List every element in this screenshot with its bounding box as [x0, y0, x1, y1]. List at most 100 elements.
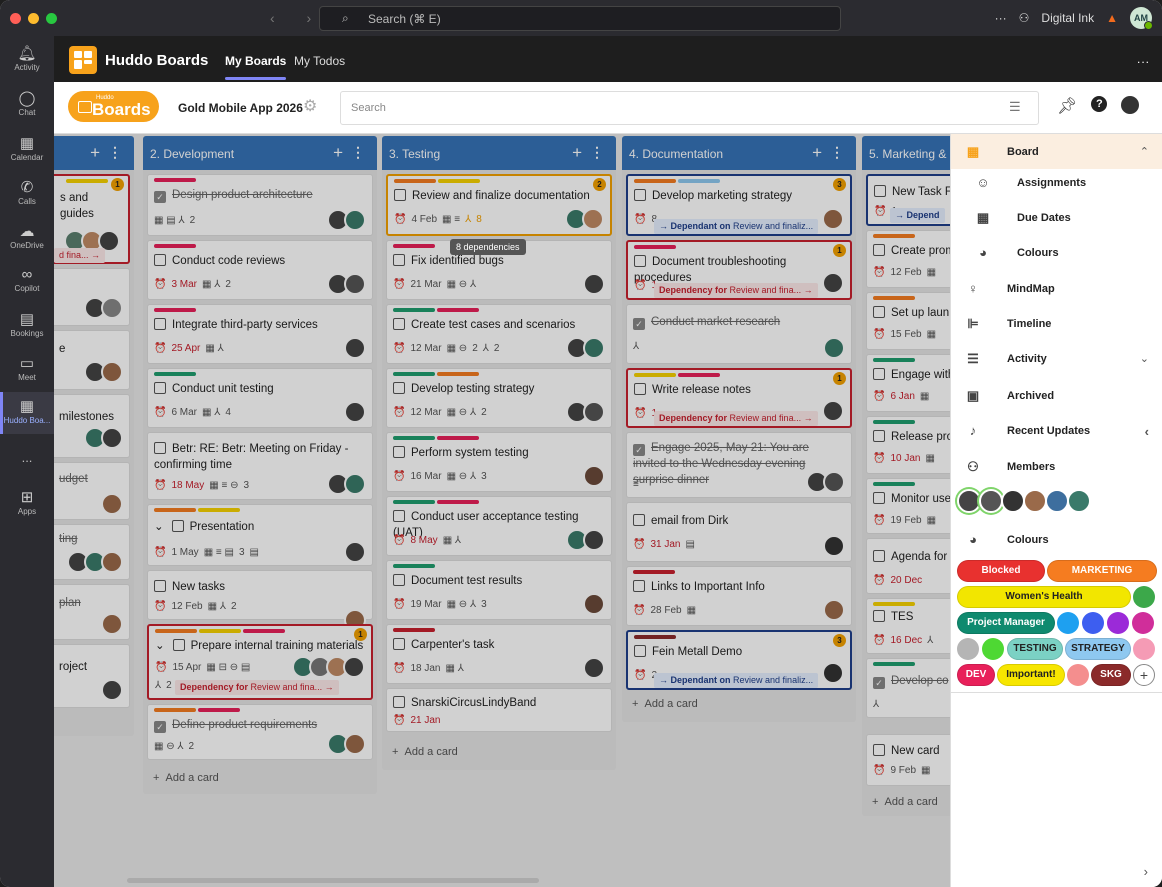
add-card-button[interactable]: + Add a card	[872, 796, 938, 808]
checkbox[interactable]	[393, 574, 405, 586]
org-name[interactable]: Digital Ink	[1041, 11, 1094, 25]
card[interactable]: Develop testing strategy ⏰ 12 Mar ▦ ⊖ ⅄ 2	[386, 368, 612, 428]
card[interactable]	[54, 268, 130, 326]
card[interactable]: ⌄ Presentation ⏰ 1 May ▦ ≡ ▤ 3 ▤	[147, 504, 373, 566]
dependency-count[interactable]: 8	[476, 214, 482, 225]
horizontal-scrollbar[interactable]	[127, 878, 539, 883]
member-avatar[interactable]	[1045, 489, 1069, 513]
colour-dot[interactable]	[957, 638, 979, 660]
card[interactable]: 1 ⌄ Prepare internal training materials ⏰…	[147, 624, 373, 700]
checkbox[interactable]	[393, 382, 405, 394]
dependency-label[interactable]: → Depend	[890, 208, 945, 223]
people-icon[interactable]: ⚇	[1019, 11, 1030, 25]
app-more-button[interactable]: ...	[1137, 52, 1150, 66]
pill-skg[interactable]: SKG	[1091, 664, 1131, 686]
panel-mindmap[interactable]: ♀ MindMap	[951, 271, 1162, 306]
dependency-label[interactable]: → Dependant on Review and finaliz...	[654, 219, 819, 234]
board-name[interactable]: Gold Mobile App 2026	[178, 101, 303, 115]
panel-activity[interactable]: ☰ Activity ⌄	[951, 341, 1162, 376]
card[interactable]: 3 Fein Metall Demo ⏰2 → Dependant on Rev…	[626, 630, 852, 690]
card[interactable]: SnarskiCircusLindyBand ⏰ 21 Jan	[386, 688, 612, 732]
card[interactable]: 1 s and guides d fina... →	[54, 174, 130, 264]
pill-womens-health[interactable]: Women's Health	[957, 586, 1131, 608]
card[interactable]: Create test cases and scenarios ⏰ 12 Mar ▦…	[386, 304, 612, 364]
zoom-window-button[interactable]	[46, 13, 57, 24]
card[interactable]: ✓ Conduct market research ⅄	[626, 304, 852, 364]
profile-avatar[interactable]	[1121, 96, 1140, 114]
gear-icon[interactable]: ⚙	[303, 96, 317, 116]
checkbox[interactable]	[154, 254, 166, 266]
card[interactable]: Betr: RE: Betr: Meeting on Friday - conf…	[147, 432, 373, 500]
checkbox[interactable]	[874, 185, 886, 197]
checkbox[interactable]	[154, 382, 166, 394]
panel-board[interactable]: ▦ Board ⌃	[951, 134, 1162, 169]
panel-members[interactable]: ⚇ Members	[951, 449, 1162, 484]
colour-dot[interactable]	[1067, 664, 1089, 686]
panel-archived[interactable]: ▣ Archived	[951, 378, 1162, 413]
checkbox[interactable]	[633, 514, 645, 526]
card[interactable]: Integrate third-party services ⏰ 25 Apr ▦ …	[147, 304, 373, 364]
card[interactable]: ✓ Define product requirements ▦ ⊖ ⅄ 2	[147, 704, 373, 760]
checkbox[interactable]	[394, 189, 406, 201]
rail-more[interactable]: ...	[0, 450, 54, 465]
card[interactable]: 1 Write release notes ⏰1 Dependency for …	[626, 368, 852, 428]
pill-dev[interactable]: DEV	[957, 664, 995, 686]
card[interactable]: 1 Document troubleshooting procedures ⏰1…	[626, 240, 852, 300]
pill-testing[interactable]: TESTING	[1007, 638, 1063, 660]
add-card-button[interactable]: + Add a card	[392, 746, 458, 758]
colour-dot[interactable]	[1132, 612, 1154, 634]
teams-search-bar[interactable]: ⌕ Search (⌘ E)	[319, 6, 841, 31]
card[interactable]: email from Dirk ⏰ 31 Jan ▤	[626, 502, 852, 562]
checkbox[interactable]	[393, 254, 405, 266]
kebab-icon[interactable]: ⋮	[830, 144, 844, 161]
dependency-label[interactable]: → Dependant on Review and finaliz...	[654, 673, 819, 688]
panel-due-dates[interactable]: ▦ Due Dates	[951, 200, 1162, 235]
card[interactable]: ✓ Design product architecture ▦ ▤ ⅄ 2	[147, 174, 373, 236]
card[interactable]: Document test results ⏰ 19 Mar ▦ ⊖ ⅄ 3	[386, 560, 612, 620]
card[interactable]: Perform system testing ⏰ 16 Mar ▦ ⊖ ⅄ 3	[386, 432, 612, 492]
rail-huddo-boards[interactable]: ▦ Huddo Boa...	[0, 392, 54, 434]
tab-my-boards[interactable]: My Boards	[225, 54, 287, 80]
kebab-icon[interactable]: ⋮	[351, 144, 365, 161]
panel-assignments[interactable]: ☺ Assignments	[951, 165, 1162, 200]
checkbox[interactable]	[393, 446, 405, 458]
member-avatar[interactable]	[1067, 489, 1091, 513]
filter-icon[interactable]: ☰	[1009, 99, 1021, 115]
add-colour-button[interactable]: +	[1133, 664, 1155, 686]
card[interactable]: roject	[54, 644, 130, 708]
rail-meet[interactable]: ▭ Meet	[0, 354, 54, 382]
rail-calls[interactable]: ✆ Calls	[0, 178, 54, 206]
checkbox[interactable]	[172, 639, 185, 651]
rail-activity[interactable]: 🔔︎ Activity	[0, 44, 54, 72]
card[interactable]: New tasks ⏰ 12 Feb ▦ ⅄ 2	[147, 570, 373, 631]
collapse-icon[interactable]: ⌄	[154, 521, 164, 533]
add-icon[interactable]: +	[812, 143, 822, 163]
card[interactable]: Conduct code reviews ⏰ 3 Mar ▦ ⅄ 2	[147, 240, 373, 300]
checkbox[interactable]	[634, 383, 646, 395]
pill-project-manager[interactable]: Project Manager	[957, 612, 1055, 634]
kebab-icon[interactable]: ⋮	[108, 144, 122, 161]
add-card-button[interactable]: + Add a card	[153, 772, 219, 784]
checked-checkbox[interactable]: ✓	[154, 721, 166, 733]
close-window-button[interactable]	[10, 13, 21, 24]
panel-colours-2[interactable]: ◕ Colours	[951, 522, 1162, 557]
pin-icon[interactable]: 📌︎	[1057, 96, 1077, 116]
add-icon[interactable]: +	[572, 143, 582, 163]
rail-onedrive[interactable]: ☁ OneDrive	[0, 222, 54, 250]
rail-bookings[interactable]: ▤ Bookings	[0, 310, 54, 338]
colour-dot[interactable]	[1082, 612, 1104, 634]
card[interactable]: Links to Important Info ⏰ 28 Feb ▦	[626, 566, 852, 626]
add-icon[interactable]: +	[333, 143, 343, 163]
card[interactable]: Conduct unit testing ⏰ 6 Mar ▦ ⅄ 4	[147, 368, 373, 428]
rail-chat[interactable]: ◯ Chat	[0, 89, 54, 117]
colour-dot[interactable]	[1057, 612, 1079, 634]
rail-copilot[interactable]: ∞ Copilot	[0, 266, 54, 293]
checkbox[interactable]	[634, 189, 646, 201]
card[interactable]: milestones	[54, 394, 130, 458]
colour-dot[interactable]	[1133, 586, 1155, 608]
help-icon[interactable]: ?	[1091, 96, 1108, 112]
member-avatar[interactable]	[1001, 489, 1025, 513]
panel-recent-updates[interactable]: ♪ Recent Updates ‹	[951, 413, 1162, 448]
dependency-label[interactable]: Dependency for Review and fina... →	[654, 283, 818, 298]
colour-dot[interactable]	[1133, 638, 1155, 660]
